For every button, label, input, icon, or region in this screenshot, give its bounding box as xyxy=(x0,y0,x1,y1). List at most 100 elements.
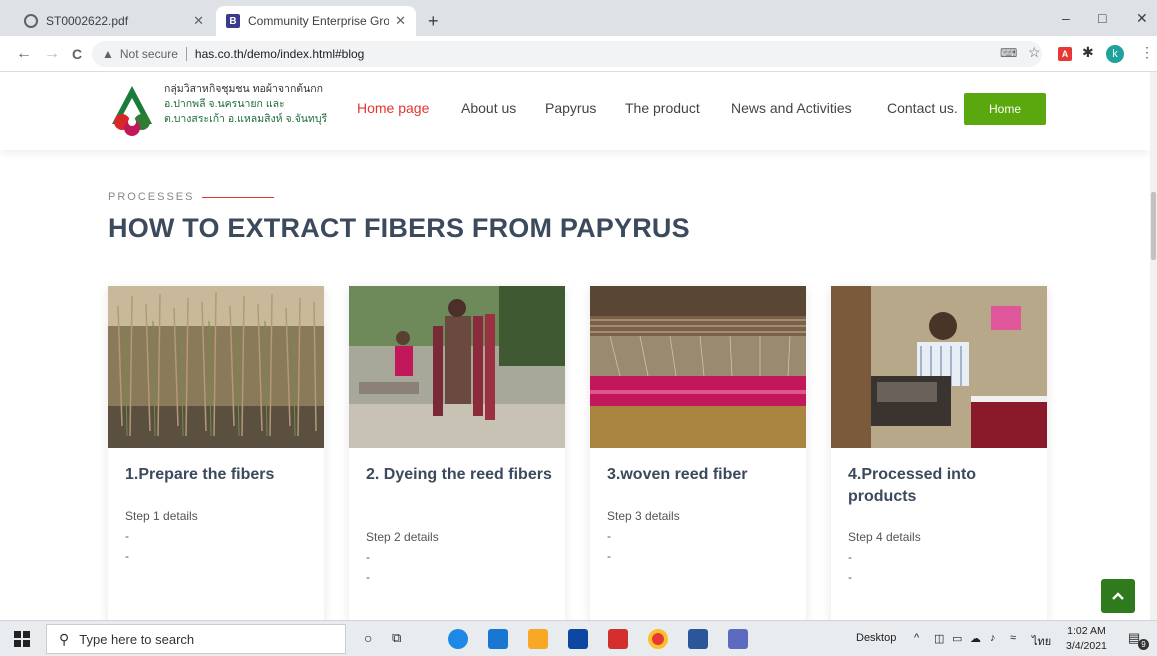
windows-start-icon[interactable] xyxy=(14,631,30,647)
logo-line: อ.ปากพลี จ.นครนายก และ xyxy=(164,98,285,110)
input-language[interactable]: ไทย xyxy=(1032,632,1051,650)
url-text: has.co.th/demo/index.html#blog xyxy=(194,47,365,61)
eyebrow-divider xyxy=(202,196,275,198)
card-detail: Step 4 details xyxy=(848,530,921,544)
card-title[interactable]: 2. Dyeing the reed fibers xyxy=(366,464,556,486)
clock-date: 3/4/2021 xyxy=(1066,640,1107,652)
bookmark-star-icon[interactable]: ☆ xyxy=(1028,44,1041,61)
battery-icon[interactable]: ▭ xyxy=(952,632,962,645)
card-bullet: - xyxy=(125,529,129,543)
card-detail: Step 1 details xyxy=(125,509,198,523)
page-scrollbar[interactable] xyxy=(1150,72,1157,620)
desktop-toolbar-label[interactable]: Desktop xyxy=(856,632,896,644)
mail-icon[interactable] xyxy=(488,629,508,649)
globe-icon xyxy=(24,14,38,28)
flag-app-icon[interactable] xyxy=(728,629,748,649)
sewing-products-image xyxy=(831,286,1047,448)
close-window-button[interactable]: ✕ xyxy=(1136,10,1148,27)
site-favicon-icon: B xyxy=(226,14,240,28)
back-button[interactable]: ← xyxy=(16,45,32,63)
chevron-up-icon xyxy=(1112,592,1124,600)
forward-button[interactable]: → xyxy=(44,45,60,63)
card-detail: Step 2 details xyxy=(366,530,439,544)
nav-the-product[interactable]: The product xyxy=(625,100,700,116)
taskbar-search-input[interactable]: ⚲ Type here to search xyxy=(46,624,346,654)
weaving-loom-image xyxy=(590,286,806,448)
search-icon: ⚲ xyxy=(59,630,70,647)
clock-time: 1:02 AM xyxy=(1067,625,1106,637)
translate-icon[interactable]: ⌨ xyxy=(1000,46,1017,60)
tab-title: Community Enterprise Group We xyxy=(248,14,390,28)
pdf-extension-icon[interactable]: A xyxy=(1058,47,1072,61)
security-label: Not secure xyxy=(119,47,178,61)
cortana-icon[interactable]: ○ xyxy=(364,630,372,646)
card-title[interactable]: 4.Processed into products xyxy=(848,464,1038,508)
eyebrow-label: PROCESSES xyxy=(108,191,195,203)
store-icon[interactable] xyxy=(568,629,588,649)
nav-home-page[interactable]: Home page xyxy=(357,100,429,116)
tab-title: ST0002622.pdf xyxy=(46,14,129,28)
process-card-3[interactable]: 3.woven reed fiber Step 3 details - - xyxy=(590,286,806,620)
windows-taskbar: ⚲ Type here to search ○ ⧉ Desktop ^ ◫ ▭ … xyxy=(0,620,1157,656)
close-tab-icon[interactable]: ✕ xyxy=(193,13,204,29)
tray-app-icon[interactable]: ◫ xyxy=(934,632,944,645)
extensions-puzzle-icon[interactable]: ✱ xyxy=(1082,44,1094,61)
chrome-icon[interactable] xyxy=(648,629,668,649)
menu-kebab-icon[interactable]: ⋮ xyxy=(1140,44,1154,61)
onedrive-cloud-icon[interactable]: ☁ xyxy=(970,632,981,645)
card-title[interactable]: 1.Prepare the fibers xyxy=(125,464,315,486)
card-title[interactable]: 3.woven reed fiber xyxy=(607,464,797,486)
reload-button[interactable]: C xyxy=(72,46,82,62)
nav-contact-us[interactable]: Contact us. xyxy=(887,100,958,116)
tab-pdf[interactable]: ST0002622.pdf ✕ xyxy=(14,6,214,36)
section-eyebrow: PROCESSES xyxy=(108,191,275,203)
dyeing-fibers-image xyxy=(349,286,565,448)
process-card-2[interactable]: 2. Dyeing the reed fibers Step 2 details… xyxy=(349,286,565,620)
card-bullet: - xyxy=(848,570,852,584)
file-explorer-icon[interactable] xyxy=(528,629,548,649)
word-icon[interactable] xyxy=(688,629,708,649)
card-bullet: - xyxy=(366,550,370,564)
volume-icon[interactable]: ♪ xyxy=(990,632,996,644)
profile-avatar[interactable]: k xyxy=(1106,45,1124,63)
browser-tab-bar: ST0002622.pdf ✕ B Community Enterprise G… xyxy=(0,0,1157,36)
site-header: กลุ่มวิสาหกิจชุมชน ทอผ้าจากต้นกก อ.ปากพล… xyxy=(0,72,1150,150)
browser-toolbar: ← → C ▲ Not secure has.co.th/demo/index.… xyxy=(0,36,1157,72)
scrollbar-thumb[interactable] xyxy=(1151,192,1156,260)
section-title: HOW TO EXTRACT FIBERS FROM PAPYRUS xyxy=(108,213,690,243)
nav-papyrus[interactable]: Papyrus xyxy=(545,100,596,116)
gift-icon[interactable] xyxy=(608,629,628,649)
home-button[interactable]: Home xyxy=(964,93,1046,125)
nav-news-and-activities[interactable]: News and Activities xyxy=(731,100,852,116)
task-view-icon[interactable]: ⧉ xyxy=(392,630,401,646)
warning-icon: ▲ xyxy=(102,47,114,61)
card-bullet: - xyxy=(607,549,611,563)
process-card-1[interactable]: 1.Prepare the fibers Step 1 details - - xyxy=(108,286,324,620)
maximize-button[interactable]: □ xyxy=(1098,10,1106,26)
reed-field-image xyxy=(108,286,324,448)
card-bullet: - xyxy=(125,549,129,563)
divider xyxy=(185,47,187,61)
nav-about-us[interactable]: About us xyxy=(461,100,516,116)
minimize-button[interactable]: – xyxy=(1062,10,1070,26)
card-bullet: - xyxy=(366,570,370,584)
card-bullet: - xyxy=(848,550,852,564)
show-hidden-icons[interactable]: ^ xyxy=(914,632,919,644)
notification-count-badge: 9 xyxy=(1138,639,1149,650)
logo-line: กลุ่มวิสาหกิจชุมชน ทอผ้าจากต้นกก xyxy=(164,83,324,95)
community-logo-icon[interactable] xyxy=(108,84,156,136)
system-clock[interactable]: 1:02 AM 3/4/2021 xyxy=(1066,624,1107,654)
card-bullet: - xyxy=(607,529,611,543)
card-detail: Step 3 details xyxy=(607,509,680,523)
edge-icon[interactable] xyxy=(448,629,468,649)
tab-community-enterprise[interactable]: B Community Enterprise Group We ✕ xyxy=(216,6,416,36)
address-bar[interactable]: ▲ Not secure has.co.th/demo/index.html#b… xyxy=(92,41,1042,67)
wifi-icon[interactable]: ≈ xyxy=(1010,632,1016,644)
logo-line: ต.บางสระเก้า อ.แหลมสิงห์ จ.จันทบุรี xyxy=(164,113,328,125)
page-viewport: กลุ่มวิสาหกิจชุมชน ทอผ้าจากต้นกก อ.ปากพล… xyxy=(0,72,1150,620)
close-tab-icon[interactable]: ✕ xyxy=(395,13,406,29)
back-to-top-button[interactable] xyxy=(1101,579,1135,613)
process-card-4[interactable]: 4.Processed into products Step 4 details… xyxy=(831,286,1047,620)
logo-text: กลุ่มวิสาหกิจชุมชน ทอผ้าจากต้นกก อ.ปากพล… xyxy=(164,82,327,127)
new-tab-button[interactable]: + xyxy=(428,12,439,30)
